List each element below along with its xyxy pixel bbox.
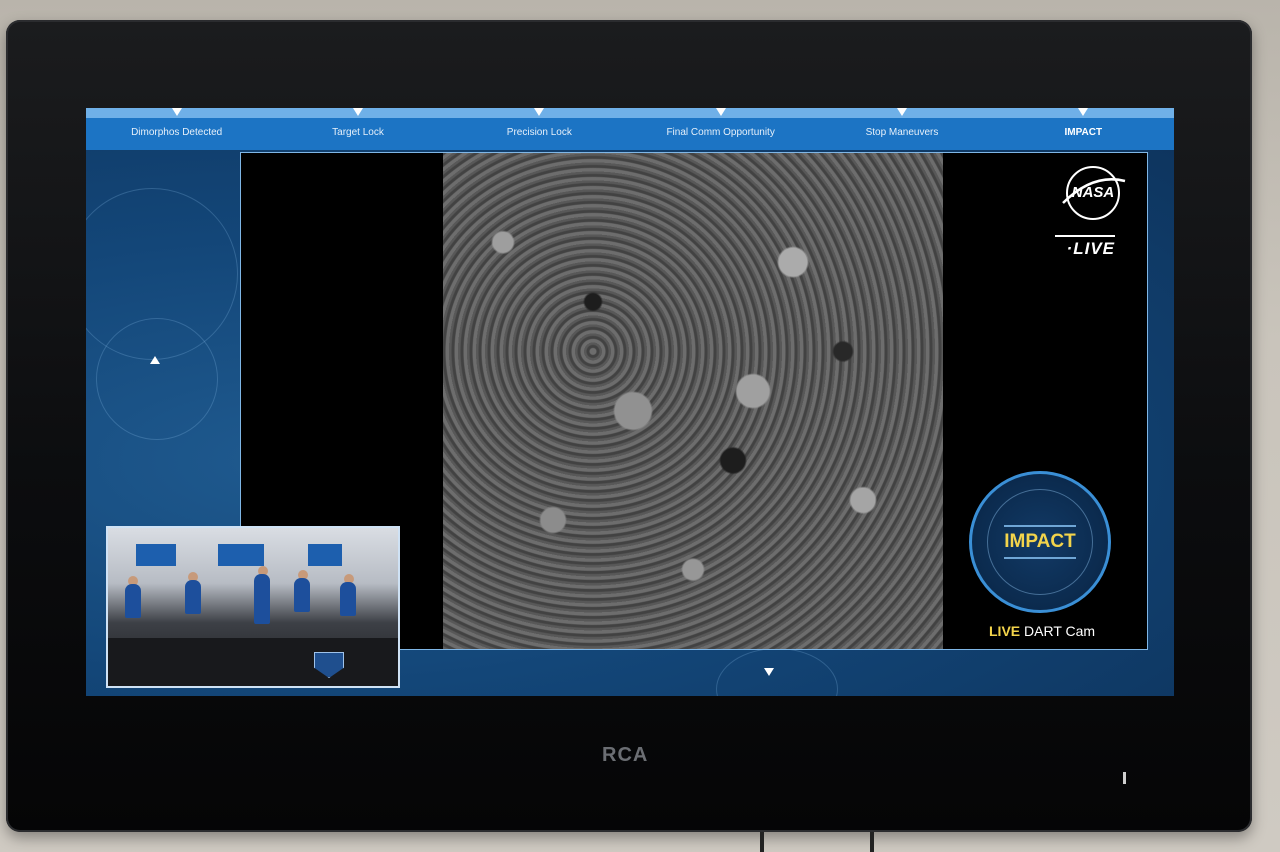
mission-control-inset: [106, 526, 400, 688]
asteroid-surface-image: [443, 153, 943, 649]
camera-live-label: LIVE: [989, 623, 1021, 639]
badge-divider: [1004, 557, 1076, 559]
control-desk: [108, 638, 398, 686]
impact-badge-inner: IMPACT: [987, 489, 1093, 595]
milestone-precision-lock: Precision Lock: [449, 108, 630, 150]
milestone-dimorphos-detected: Dimorphos Detected: [86, 108, 267, 150]
wall-display: [308, 544, 342, 566]
live-tag: ·LIVE: [1055, 235, 1115, 259]
milestone-marker: [896, 108, 907, 116]
team-member: [254, 574, 270, 624]
bottom-marker-icon: [764, 668, 774, 676]
milestone-marker: [715, 108, 726, 116]
team-member: [294, 578, 310, 612]
milestone-marker: [534, 108, 545, 116]
power-indicator: [1123, 772, 1126, 784]
team-member: [125, 584, 141, 618]
wall-display: [136, 544, 176, 566]
decorative-ring: [716, 648, 838, 696]
badge-divider: [1004, 525, 1076, 527]
side-marker-icon: [150, 356, 160, 364]
milestone-impact: IMPACT: [993, 108, 1174, 150]
impact-badge: IMPACT: [969, 471, 1111, 613]
mission-timeline: Dimorphos Detected Target Lock Precision…: [86, 108, 1174, 150]
wall-display: [218, 544, 264, 566]
milestone-marker: [1078, 108, 1089, 116]
milestone-final-comm: Final Comm Opportunity: [630, 108, 811, 150]
milestone-target-lock: Target Lock: [267, 108, 448, 150]
impact-label: IMPACT: [1004, 531, 1076, 552]
camera-label: LIVE DART Cam: [989, 623, 1095, 639]
team-member: [340, 582, 356, 616]
timeline-track: [86, 108, 1174, 118]
tv-cable: [760, 832, 764, 852]
camera-name: DART Cam: [1024, 623, 1096, 639]
milestone-marker: [171, 108, 182, 116]
tv-cable: [870, 832, 874, 852]
milestone-marker: [352, 108, 363, 116]
tv-brand-logo: RCA: [602, 744, 649, 766]
nasa-logo-icon: NASA: [1062, 166, 1126, 220]
team-member: [185, 580, 201, 614]
tv-screen: Dimorphos Detected Target Lock Precision…: [86, 108, 1174, 696]
decorative-ring: [96, 318, 218, 440]
milestone-stop-maneuvers: Stop Maneuvers: [811, 108, 992, 150]
nasa-logo-text: NASA: [1072, 184, 1115, 201]
